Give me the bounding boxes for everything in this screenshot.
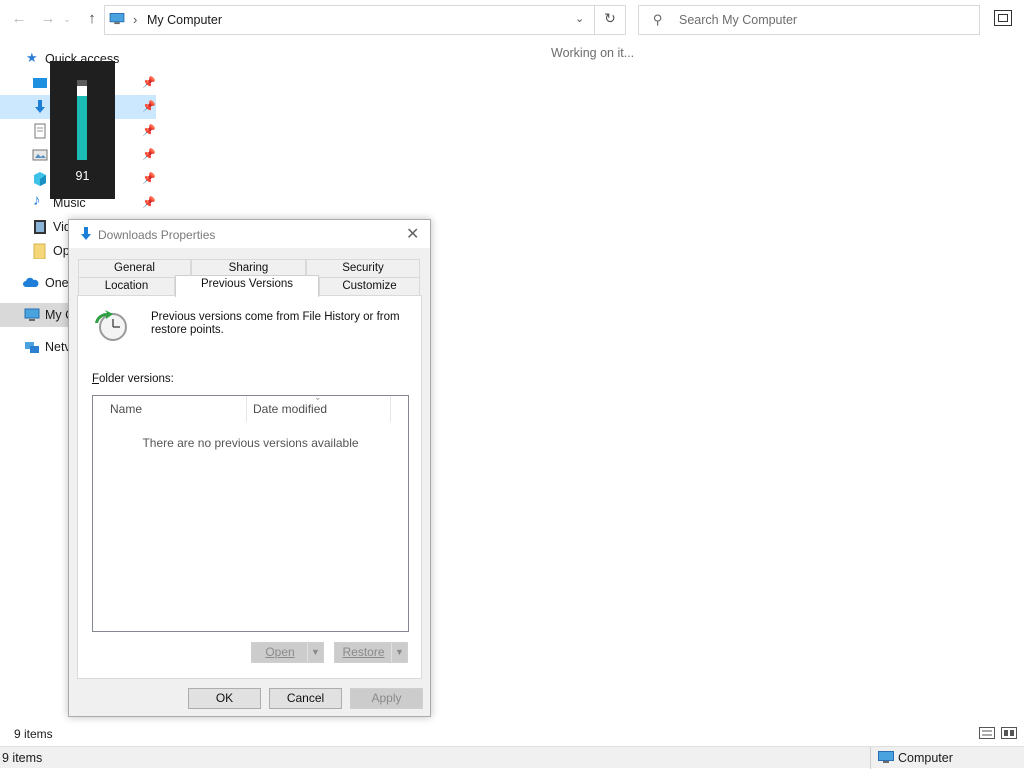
open-button[interactable]: Open ▼ <box>251 642 324 663</box>
volume-osd: 91 <box>50 61 115 199</box>
volume-slider-thumb[interactable] <box>77 86 87 96</box>
up-button[interactable]: ↑ <box>81 8 103 30</box>
explorer-toolbar: ← → ⌄ ↑ › My Computer ⌄ ↻ ⚲ Search My Co… <box>0 0 1024 40</box>
previous-versions-page: Previous versions come from File History… <box>77 295 422 679</box>
volume-level-fill <box>77 96 87 160</box>
desktop-icon <box>33 78 47 88</box>
cloud-icon <box>23 277 39 287</box>
column-separator[interactable] <box>246 396 247 422</box>
sidebar-item-videos[interactable]: Vid <box>0 215 71 239</box>
computer-icon <box>24 308 40 321</box>
download-arrow-icon <box>35 100 45 113</box>
loading-status: Working on it... <box>551 46 635 60</box>
empty-list-message: There are no previous versions available <box>142 436 359 450</box>
column-separator[interactable] <box>390 396 391 422</box>
search-input[interactable]: Search My Computer <box>679 13 797 27</box>
downloads-properties-dialog: Downloads Properties ✕ General Sharing S… <box>68 219 431 717</box>
film-icon <box>34 220 46 234</box>
download-arrow-icon <box>81 227 91 240</box>
preview-pane-icon[interactable] <box>994 10 1012 26</box>
previous-versions-description: Previous versions come from File History… <box>151 311 400 336</box>
restore-clock-icon <box>95 310 127 341</box>
pin-icon[interactable]: 📌 <box>142 196 156 209</box>
column-header-date-modified[interactable]: Date modified <box>253 396 327 422</box>
pin-icon[interactable]: 📌 <box>142 76 156 89</box>
refresh-icon[interactable]: ↻ <box>600 10 620 30</box>
restore-button[interactable]: Restore ▼ <box>334 642 408 663</box>
folder-icon <box>33 243 46 259</box>
address-divider <box>594 6 595 34</box>
forward-button[interactable]: → <box>37 8 59 30</box>
pin-icon[interactable]: 📌 <box>142 100 156 113</box>
chevron-down-icon[interactable]: ⌄ <box>575 12 584 25</box>
large-icons-view-icon[interactable] <box>1001 727 1017 739</box>
address-bar[interactable]: › My Computer ⌄ ↻ <box>104 5 626 35</box>
bottom-status-bar: 9 items Computer <box>0 746 1024 769</box>
dialog-title: Downloads Properties <box>98 228 216 242</box>
computer-icon <box>878 751 894 763</box>
document-icon <box>34 123 46 139</box>
pin-icon[interactable]: 📌 <box>142 148 156 161</box>
folder-versions-list[interactable]: Name ⌄ Date modified There are no previo… <box>92 392 409 632</box>
ok-button[interactable]: OK <box>188 688 261 709</box>
sidebar-item-onedrive[interactable]: OneI <box>0 271 72 295</box>
bottom-item-count: 9 items <box>2 751 43 765</box>
tab-customize[interactable]: Customize <box>319 277 420 295</box>
tab-previous-versions[interactable]: Previous Versions <box>175 275 319 297</box>
sidebar-item-label: Netv <box>45 340 71 354</box>
restore-button-label: Restore <box>342 645 385 659</box>
breadcrumb-my-computer[interactable]: My Computer <box>147 13 222 27</box>
search-icon: ⚲ <box>653 12 663 27</box>
recent-locations-dropdown[interactable]: ⌄ <box>60 8 74 30</box>
zone-indicator: Computer <box>870 747 1024 769</box>
tab-security[interactable]: Security <box>306 259 420 277</box>
dialog-title-bar[interactable]: Downloads Properties ✕ <box>69 220 430 248</box>
computer-icon <box>109 13 125 25</box>
apply-button[interactable]: Apply <box>350 688 423 709</box>
chevron-down-icon[interactable]: ▼ <box>391 643 407 662</box>
network-icon <box>25 342 39 353</box>
tab-location[interactable]: Location <box>78 277 175 295</box>
volume-slider-track[interactable] <box>77 80 87 160</box>
column-header-name[interactable]: Name <box>110 396 142 422</box>
access-key: F <box>92 373 100 385</box>
pin-icon[interactable]: 📌 <box>142 172 156 185</box>
music-note-icon: ♪ <box>33 192 41 209</box>
folder-versions-label: Folder versions: <box>92 373 174 385</box>
breadcrumb-separator: › <box>133 12 138 27</box>
search-box[interactable]: ⚲ Search My Computer <box>638 5 980 35</box>
pin-icon[interactable]: 📌 <box>142 124 156 137</box>
open-button-label: Open <box>265 645 295 659</box>
details-view-icon[interactable] <box>979 727 995 739</box>
sidebar-item-network[interactable]: Netv <box>0 335 71 359</box>
back-button[interactable]: ← <box>8 8 30 30</box>
view-toggle-group <box>979 726 1019 743</box>
sidebar-item-folder[interactable]: Op <box>0 239 70 263</box>
star-icon: ★ <box>26 50 38 65</box>
chevron-down-icon[interactable]: ▼ <box>307 643 323 662</box>
folder-versions-label-text: older versions: <box>99 373 174 385</box>
close-icon[interactable]: ✕ <box>406 224 419 244</box>
cancel-button[interactable]: Cancel <box>269 688 342 709</box>
pictures-icon <box>32 149 48 161</box>
sidebar-item-my-computer[interactable]: My C <box>0 303 74 327</box>
cube-icon <box>34 172 46 186</box>
item-count: 9 items <box>14 727 53 741</box>
volume-value: 91 <box>75 169 90 183</box>
zone-label: Computer <box>898 751 953 765</box>
